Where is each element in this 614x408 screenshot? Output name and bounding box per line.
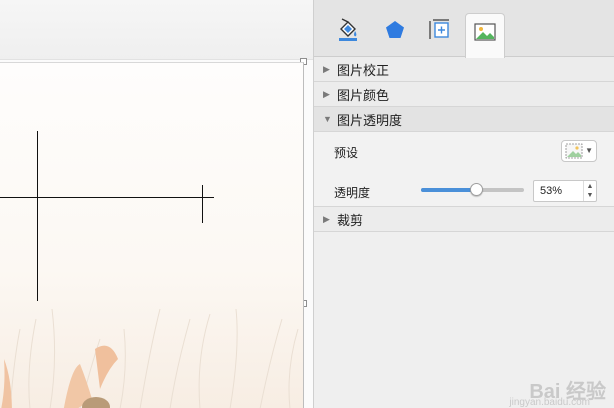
- disclosure-triangle-right-icon: ▶: [323, 88, 330, 99]
- guide-line-vertical: [37, 131, 38, 301]
- transparency-value[interactable]: 53%: [540, 185, 562, 197]
- tab-picture[interactable]: [465, 13, 505, 58]
- size-position-icon: [429, 19, 449, 39]
- slider-fill: [421, 188, 476, 192]
- disclosure-triangle-down-icon: ▼: [323, 114, 332, 124]
- tab-fill[interactable]: [328, 12, 368, 48]
- stepper-up-icon[interactable]: ▲: [587, 182, 594, 191]
- transparency-value-stepper[interactable]: 53% ▲ ▼: [533, 180, 597, 202]
- shape-pentagon-icon: [386, 21, 404, 38]
- transparency-slider[interactable]: [421, 183, 524, 196]
- disclosure-triangle-right-icon: ▶: [323, 63, 330, 74]
- transparency-preset-icon: [565, 143, 583, 159]
- section-picture-correction[interactable]: ▶ 图片校正: [314, 57, 614, 82]
- section-label: 图片颜色: [337, 87, 390, 103]
- format-sidebar: ▶ 图片校正 ▶ 图片颜色 ▼ 图片透明度 预设 ▼ 透明度 53% ▲ ▼ ▶…: [313, 0, 614, 408]
- guide-line-horizontal: [0, 197, 214, 198]
- section-label: 裁剪: [337, 212, 364, 228]
- grass-illustration: [1, 308, 299, 408]
- slide-canvas-area: [0, 0, 313, 408]
- section-label: 图片校正: [337, 62, 390, 78]
- picture-format-icon: [474, 23, 496, 41]
- format-tab-bar: [314, 0, 614, 58]
- disclosure-triangle-right-icon: ▶: [323, 213, 330, 224]
- slider-thumb[interactable]: [469, 183, 483, 196]
- section-label: 图片透明度: [337, 112, 403, 128]
- tab-shape-effects[interactable]: [375, 12, 415, 48]
- fill-paint-bucket-icon: [339, 18, 357, 41]
- stepper-down-icon[interactable]: ▼: [587, 191, 594, 200]
- transparency-label: 透明度: [334, 186, 371, 200]
- preset-label: 预设: [334, 146, 359, 160]
- canvas-top-margin: [0, 0, 313, 60]
- section-picture-transparency[interactable]: ▼ 图片透明度: [314, 107, 614, 132]
- slide-image[interactable]: [0, 62, 304, 408]
- section-picture-color[interactable]: ▶ 图片颜色: [314, 82, 614, 107]
- guide-line-vertical-short: [202, 185, 203, 223]
- chevron-down-icon: ▼: [585, 146, 593, 155]
- tab-size-position[interactable]: [420, 12, 460, 48]
- stepper-arrows[interactable]: ▲ ▼: [583, 181, 596, 201]
- section-crop[interactable]: ▶ 裁剪: [314, 207, 614, 232]
- transparency-panel: 预设 ▼ 透明度 53% ▲ ▼: [314, 132, 614, 207]
- watermark-url: jingyan.baidu.com: [509, 397, 590, 408]
- preset-dropdown-button[interactable]: ▼: [561, 140, 597, 162]
